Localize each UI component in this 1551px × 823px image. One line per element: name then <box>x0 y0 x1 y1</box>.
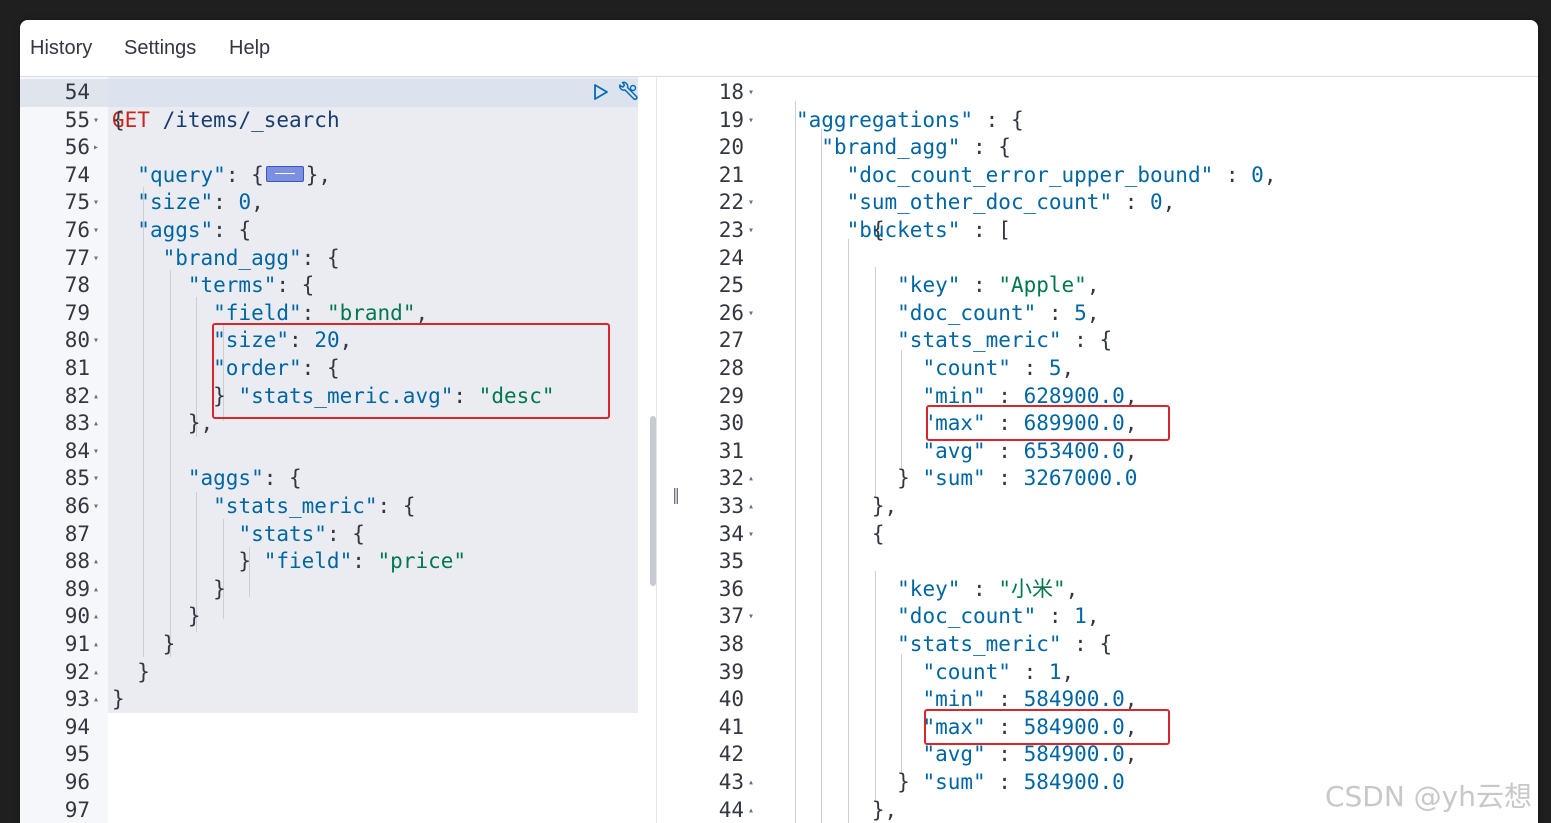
code-line: } <box>112 659 150 684</box>
code-line: } <box>112 549 252 574</box>
code-line: "min" : 584900.0, <box>922 687 1138 712</box>
code-line: } <box>112 687 125 712</box>
code-line: "query": {}, <box>137 162 332 187</box>
play-icon[interactable] <box>592 83 610 101</box>
code-line: { <box>112 107 125 132</box>
code-line: "buckets" : [ <box>846 217 1011 242</box>
code-line: "field": "brand", <box>213 300 429 325</box>
request-editor[interactable]: 54 55 ▾ 56 ▸ 74 75 ▾ 76 ▾ 77 ▾ 78 79 80 ▾ 81 82 ▴ 83 ▴ 84 ▾ 85 ▾… <box>20 77 650 823</box>
code-line: }, <box>796 494 898 518</box>
code-line: "stats_meric" : { <box>897 328 1113 353</box>
code-line: } <box>796 466 910 491</box>
code-line: "brand_agg" : { <box>821 135 1011 160</box>
gutter-row: 96 <box>20 769 650 797</box>
code-line: "doc_count" : 1, <box>897 604 1100 629</box>
gutter-row: 97 <box>20 797 650 823</box>
code-line: "terms": { <box>187 273 315 298</box>
code-line: "min" : 628900.0, <box>922 383 1138 408</box>
menu-history[interactable]: History <box>30 37 92 60</box>
code-line: "sum_other_doc_count" : 0, <box>846 190 1176 215</box>
line-number: 95 <box>64 742 90 767</box>
line-number: 96 <box>64 770 90 794</box>
line-number: 97 <box>64 797 90 822</box>
gutter-row: 95 <box>20 741 650 769</box>
code-line: } <box>112 604 201 629</box>
line-number: 94 <box>64 714 90 739</box>
response-viewer: 18 ▾ 19 ▾ 20 21 22 ▾ 23 ▾ 24 25 26 ▾ 27 28 29 30 31 32 ▴ 33 ▴ 3… <box>688 77 1538 823</box>
code-line: { <box>796 521 885 546</box>
code-line: "doc_count_error_upper_bound" : 0, <box>846 162 1277 187</box>
code-line: "key" : "Apple", <box>897 273 1100 298</box>
resize-grip-icon[interactable]: ‖ <box>672 485 680 504</box>
code-line: "stats_meric" : { <box>897 631 1113 656</box>
code-line: "size": 0, <box>137 190 264 215</box>
code-line: "count" : 5, <box>922 355 1075 380</box>
code-line: "count" : 1, <box>922 659 1075 684</box>
code-line: "aggs": { <box>187 466 302 491</box>
wrench-icon[interactable] <box>616 81 640 103</box>
code-line: "stats_meric": { <box>213 493 416 518</box>
watermark: CSDN @yh云想 <box>1324 780 1532 813</box>
code-line: } <box>112 576 226 601</box>
code-line: "key" : "小米", <box>897 576 1079 601</box>
code-line: "field": "price" <box>263 549 467 574</box>
code-line: "brand_agg": { <box>162 245 340 270</box>
code-line: "aggregations" : { <box>796 107 1024 132</box>
menu-bar: History Settings Help <box>20 20 1538 77</box>
code-line: } <box>112 632 176 656</box>
highlight-avg-apple <box>926 405 1170 441</box>
code-line: { <box>796 218 885 242</box>
code-line: "doc_count" : 5, <box>897 300 1100 325</box>
highlight-avg-xiaomi <box>924 709 1170 745</box>
gutter-row: 94 <box>20 714 650 742</box>
pane-resizer[interactable] <box>656 77 689 823</box>
menu-help[interactable]: Help <box>229 37 270 60</box>
code-line: "stats": { <box>238 521 365 546</box>
dev-tools-console: History Settings Help 54 55 ▾ 56 ▸ 74 75 ▾ 76 ▾ 77… <box>20 20 1538 823</box>
code-line: "sum" : 584900.0 <box>922 769 1125 794</box>
code-line: GET /items/_search <box>20 79 650 132</box>
menu-settings[interactable]: Settings <box>124 37 196 60</box>
highlight-order-box <box>212 323 610 419</box>
code-line: "sum" : 3267000.0 <box>922 466 1138 491</box>
code-line: "aggs": { <box>137 217 252 242</box>
